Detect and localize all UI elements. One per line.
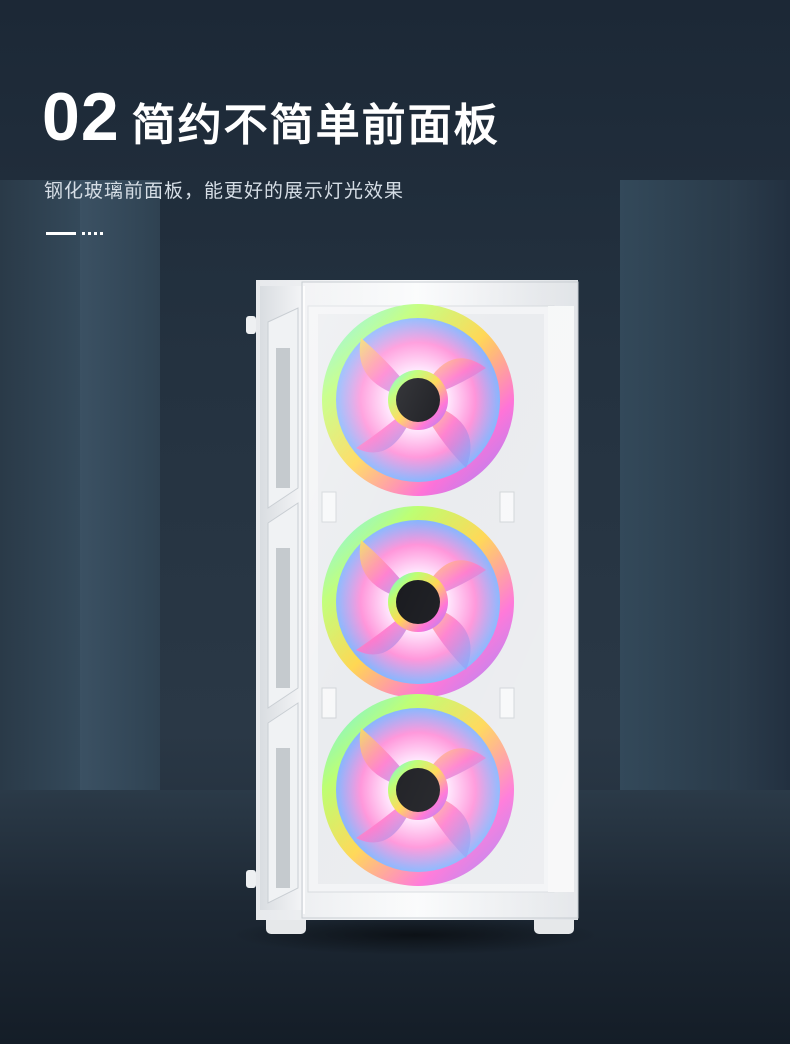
section-number: 02: [42, 79, 120, 155]
divider: [46, 232, 103, 235]
section-subtitle: 钢化玻璃前面板，能更好的展示灯光效果: [44, 180, 405, 202]
section-title: 简约不简单前面板: [131, 100, 500, 151]
headline: 02 简约不简单前面板: [42, 78, 500, 156]
pc-case-image: [246, 280, 579, 934]
